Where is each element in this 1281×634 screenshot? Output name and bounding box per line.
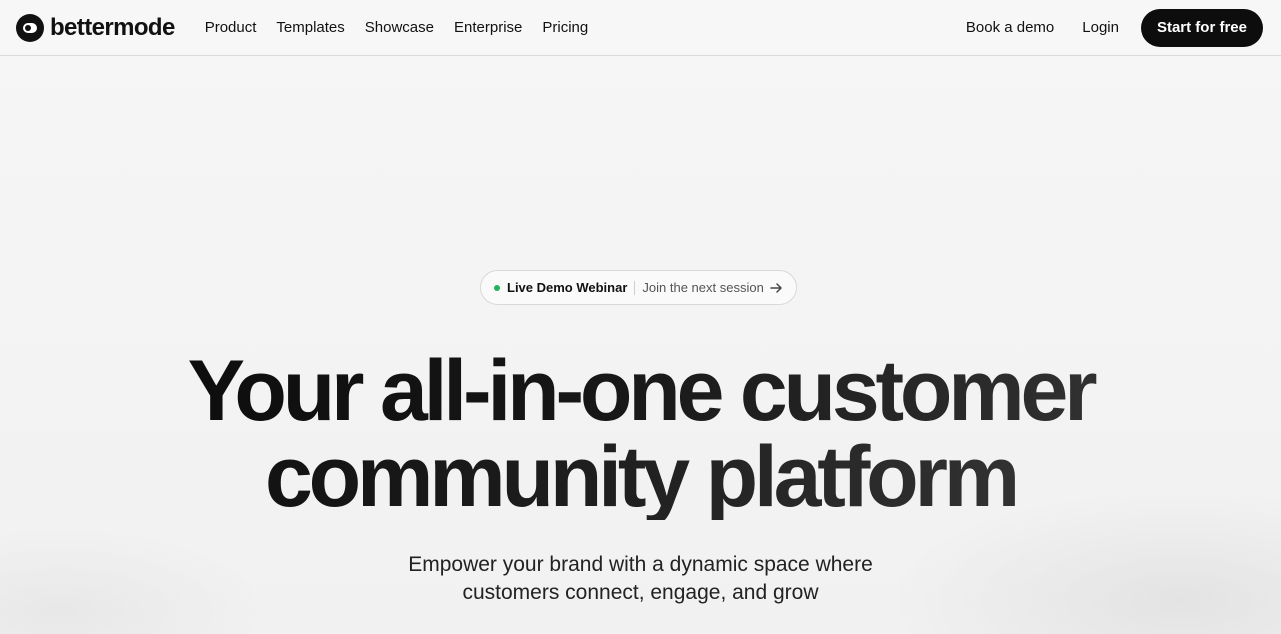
- nav-item-showcase[interactable]: Showcase: [365, 19, 434, 36]
- main-nav: Product Templates Showcase Enterprise Pr…: [205, 19, 609, 36]
- arrow-right-icon: [770, 282, 784, 294]
- hero-headline-line-2: community platform: [0, 434, 1281, 520]
- header-actions: Book a demo Login Start for free: [966, 8, 1263, 47]
- hero-subtitle-line-1: Empower your brand with a dynamic space …: [408, 553, 873, 576]
- nav-item-enterprise[interactable]: Enterprise: [454, 19, 522, 36]
- nav-item-product[interactable]: Product: [205, 19, 257, 36]
- landing-page: bettermode Product Templates Showcase En…: [0, 0, 1281, 634]
- nav-item-templates[interactable]: Templates: [276, 19, 344, 36]
- start-for-free-button[interactable]: Start for free: [1140, 8, 1263, 47]
- hero-subtitle: Empower your brand with a dynamic space …: [0, 551, 1281, 607]
- hero-subtitle-line-2: customers connect, engage, and grow: [462, 581, 819, 604]
- bettermode-logo[interactable]: bettermode: [16, 13, 175, 42]
- live-status-dot: [494, 284, 500, 291]
- book-demo-link[interactable]: Book a demo: [966, 19, 1054, 36]
- live-demo-webinar-badge[interactable]: Live Demo Webinar Join the next session: [480, 270, 797, 305]
- badge-divider: [634, 280, 636, 295]
- logo-text: bettermode: [50, 13, 175, 41]
- hero-headline-line-1: Your all-in-one customer: [0, 348, 1281, 434]
- top-navigation-bar: bettermode Product Templates Showcase En…: [0, 0, 1281, 56]
- login-link[interactable]: Login: [1082, 19, 1119, 36]
- hero-headline: Your all-in-one customer community platf…: [0, 348, 1281, 520]
- join-session-link: Join the next session: [642, 280, 764, 295]
- logo-mark-icon: [16, 13, 44, 42]
- nav-item-pricing[interactable]: Pricing: [542, 19, 588, 36]
- webinar-label: Live Demo Webinar: [507, 280, 628, 295]
